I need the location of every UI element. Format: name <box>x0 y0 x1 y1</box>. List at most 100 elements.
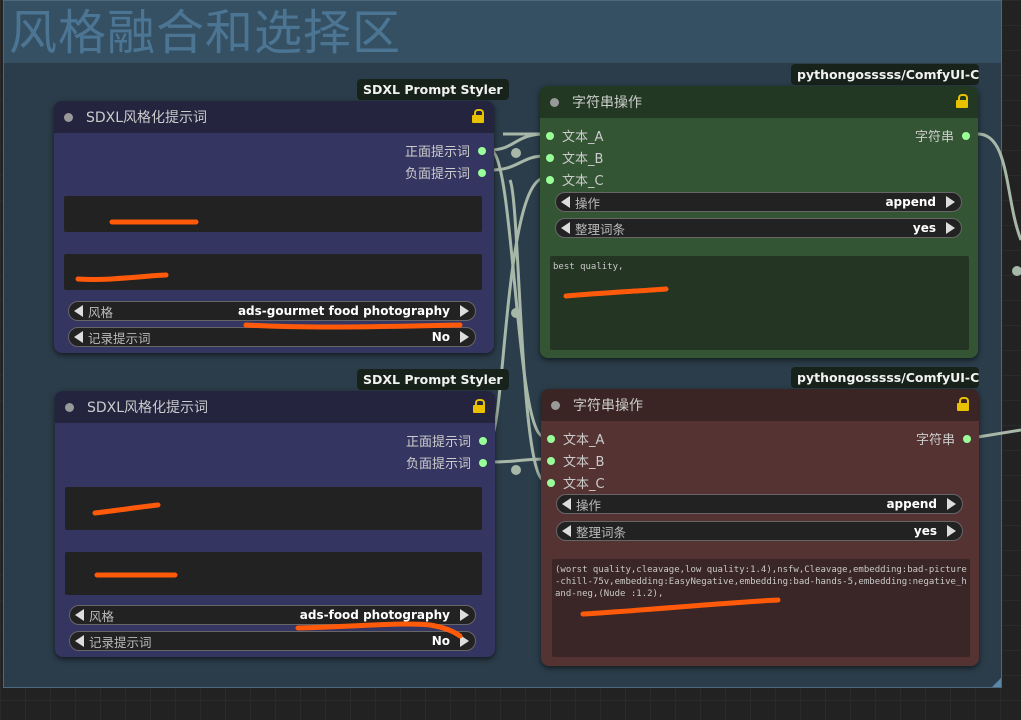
right-arrow-icon[interactable] <box>947 525 956 537</box>
link-reroute-dot[interactable] <box>1012 266 1021 276</box>
node-badge-styler-bottom: SDXL Prompt Styler <box>357 369 509 390</box>
input-text-b[interactable]: 文本_B <box>546 148 603 167</box>
right-arrow-icon[interactable] <box>460 609 469 621</box>
style-combo[interactable]: 风格 ads-gourmet food photography <box>68 301 476 321</box>
node-title: SDXL风格化提示词 <box>87 400 209 416</box>
collapse-dot-icon[interactable] <box>65 402 74 412</box>
slot-label: 字符串 <box>915 433 955 448</box>
lock-icon[interactable] <box>472 109 484 123</box>
collapse-dot-icon[interactable] <box>64 112 73 122</box>
input-text-b[interactable]: 文本_B <box>547 451 604 470</box>
slot-label: 正面提示词 <box>405 435 471 450</box>
node-badge-string-bottom: pythongosssss/ComfyUI-C... <box>791 367 979 388</box>
slot-label: 文本_A <box>562 130 604 145</box>
widget-value: yes <box>912 221 936 235</box>
node-badge-styler-top: SDXL Prompt Styler <box>357 79 509 100</box>
widget-label: 操作 <box>575 195 601 211</box>
input-text-a[interactable]: 文本_A <box>547 429 604 448</box>
output-negative-prompt[interactable]: 负面提示词 <box>406 453 487 472</box>
left-arrow-icon[interactable] <box>561 222 570 234</box>
input-text-c[interactable]: 文本_C <box>547 473 605 492</box>
sdxl-styler-node-bottom[interactable]: SDXL风格化提示词 正面提示词 负面提示词 风格 ads-food photo… <box>55 391 495 657</box>
style-combo[interactable]: 风格 ads-food photography <box>69 605 476 625</box>
log-prompt-combo[interactable]: 记录提示词 No <box>69 631 476 651</box>
widget-label: 整理词条 <box>576 524 627 540</box>
slot-label: 正面提示词 <box>404 145 470 160</box>
slot-dot[interactable] <box>478 146 486 155</box>
right-arrow-icon[interactable] <box>460 331 469 343</box>
node-header[interactable]: 字符串操作 <box>541 389 979 421</box>
string-text-area[interactable]: (worst quality,cleavage,low quality:1.4)… <box>552 559 970 657</box>
right-arrow-icon[interactable] <box>946 222 955 234</box>
slot-dot[interactable] <box>546 175 554 184</box>
sdxl-styler-node-top[interactable]: SDXL风格化提示词 正面提示词 负面提示词 风格 ads-gourmet fo… <box>54 101 494 353</box>
positive-text-input[interactable] <box>65 487 482 530</box>
left-arrow-icon[interactable] <box>562 498 571 510</box>
widget-label: 记录提示词 <box>88 330 151 346</box>
output-positive-prompt[interactable]: 正面提示词 <box>405 141 486 160</box>
negative-text-input[interactable] <box>65 552 482 595</box>
left-arrow-icon[interactable] <box>75 609 84 621</box>
slot-dot[interactable] <box>546 131 554 140</box>
slot-label: 字符串 <box>914 130 954 145</box>
lock-icon[interactable] <box>473 399 485 413</box>
output-string[interactable]: 字符串 <box>916 429 971 448</box>
widget-value: yes <box>913 524 937 538</box>
slot-dot[interactable] <box>963 434 971 443</box>
group-title: 风格融合和选择区 <box>9 5 402 61</box>
negative-text-input[interactable] <box>64 254 482 290</box>
slot-dot[interactable] <box>546 153 554 162</box>
node-title: SDXL风格化提示词 <box>86 110 208 126</box>
slot-label: 负面提示词 <box>404 167 470 182</box>
node-header[interactable]: 字符串操作 <box>540 86 978 118</box>
widget-value: append <box>885 195 936 209</box>
input-text-c[interactable]: 文本_C <box>546 170 604 189</box>
slot-dot[interactable] <box>547 478 555 487</box>
lock-icon[interactable] <box>957 397 969 411</box>
slot-dot[interactable] <box>479 458 487 467</box>
slot-label: 文本_B <box>563 455 605 470</box>
right-arrow-icon[interactable] <box>460 305 469 317</box>
node-header[interactable]: SDXL风格化提示词 <box>55 391 495 423</box>
slot-dot[interactable] <box>547 434 555 443</box>
operation-combo[interactable]: 操作 append <box>556 494 963 514</box>
node-badge-string-top: pythongosssss/ComfyUI-C... <box>791 64 979 85</box>
string-op-node-bottom[interactable]: 字符串操作 文本_A 文本_B 文本_C 字符串 操作 append 整理词条 … <box>541 389 979 666</box>
widget-label: 风格 <box>88 304 114 320</box>
group-resize-handle[interactable] <box>992 678 1001 687</box>
log-prompt-combo[interactable]: 记录提示词 No <box>68 327 476 347</box>
string-op-node-top[interactable]: 字符串操作 文本_A 文本_B 文本_C 字符串 操作 append 整理词条 … <box>540 86 978 358</box>
left-arrow-icon[interactable] <box>75 635 84 647</box>
node-title: 字符串操作 <box>573 398 643 414</box>
widget-label: 操作 <box>576 497 602 513</box>
operation-combo[interactable]: 操作 append <box>555 192 962 212</box>
output-negative-prompt[interactable]: 负面提示词 <box>405 163 486 182</box>
collapse-dot-icon[interactable] <box>550 97 559 107</box>
left-arrow-icon[interactable] <box>562 525 571 537</box>
slot-label: 文本_C <box>562 174 604 189</box>
tidy-tags-combo[interactable]: 整理词条 yes <box>556 521 963 541</box>
widget-value: append <box>886 497 937 511</box>
slot-dot[interactable] <box>962 131 970 140</box>
slot-dot[interactable] <box>479 436 487 445</box>
node-header[interactable]: SDXL风格化提示词 <box>54 101 494 133</box>
collapse-dot-icon[interactable] <box>551 400 560 410</box>
right-arrow-icon[interactable] <box>947 498 956 510</box>
slot-label: 文本_B <box>562 152 604 167</box>
node-title: 字符串操作 <box>572 95 642 111</box>
output-string[interactable]: 字符串 <box>915 126 970 145</box>
left-arrow-icon[interactable] <box>74 331 83 343</box>
widget-value: ads-food photography <box>299 608 450 622</box>
slot-dot[interactable] <box>547 456 555 465</box>
lock-icon[interactable] <box>956 94 968 108</box>
left-arrow-icon[interactable] <box>561 196 570 208</box>
positive-text-input[interactable] <box>64 196 482 232</box>
right-arrow-icon[interactable] <box>946 196 955 208</box>
input-text-a[interactable]: 文本_A <box>546 126 603 145</box>
right-arrow-icon[interactable] <box>460 635 469 647</box>
string-text-area[interactable]: best quality, <box>550 256 969 350</box>
tidy-tags-combo[interactable]: 整理词条 yes <box>555 218 962 238</box>
left-arrow-icon[interactable] <box>74 305 83 317</box>
output-positive-prompt[interactable]: 正面提示词 <box>406 431 487 450</box>
slot-dot[interactable] <box>478 168 486 177</box>
